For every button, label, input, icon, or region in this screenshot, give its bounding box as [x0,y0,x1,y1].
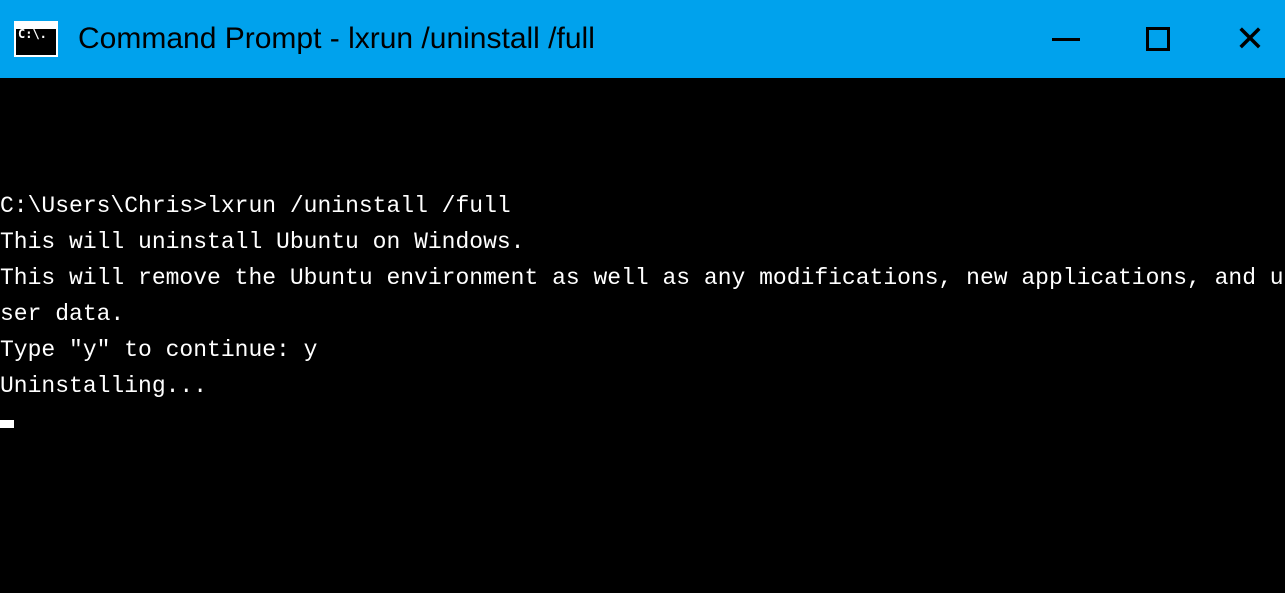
maximize-icon [1146,27,1170,51]
close-button[interactable]: ✕ [1227,16,1273,62]
titlebar[interactable]: C:\. Command Prompt - lxrun /uninstall /… [0,0,1285,78]
command-text: lxrun /uninstall /full [207,193,511,219]
command-prompt-window: C:\. Command Prompt - lxrun /uninstall /… [0,0,1285,593]
close-icon: ✕ [1235,21,1265,57]
minimize-icon [1052,38,1080,41]
output-line: This will uninstall Ubuntu on Windows. [0,224,1285,260]
minimize-button[interactable] [1043,16,1089,62]
window-title: Command Prompt - lxrun /uninstall /full [78,22,1043,56]
maximize-button[interactable] [1135,16,1181,62]
output-line: This will remove the Ubuntu environment … [0,260,1285,332]
output-line: Uninstalling... [0,368,1285,404]
window-controls: ✕ [1043,16,1277,62]
prompt-text: C:\Users\Chris> [0,193,207,219]
terminal-output[interactable]: C:\Users\Chris>lxrun /uninstall /full Thi… [0,78,1285,593]
app-icon: C:\. [14,21,58,57]
output-line: Type "y" to continue: y [0,332,1285,368]
cursor [0,420,14,428]
app-icon-text: C:\. [18,27,47,41]
